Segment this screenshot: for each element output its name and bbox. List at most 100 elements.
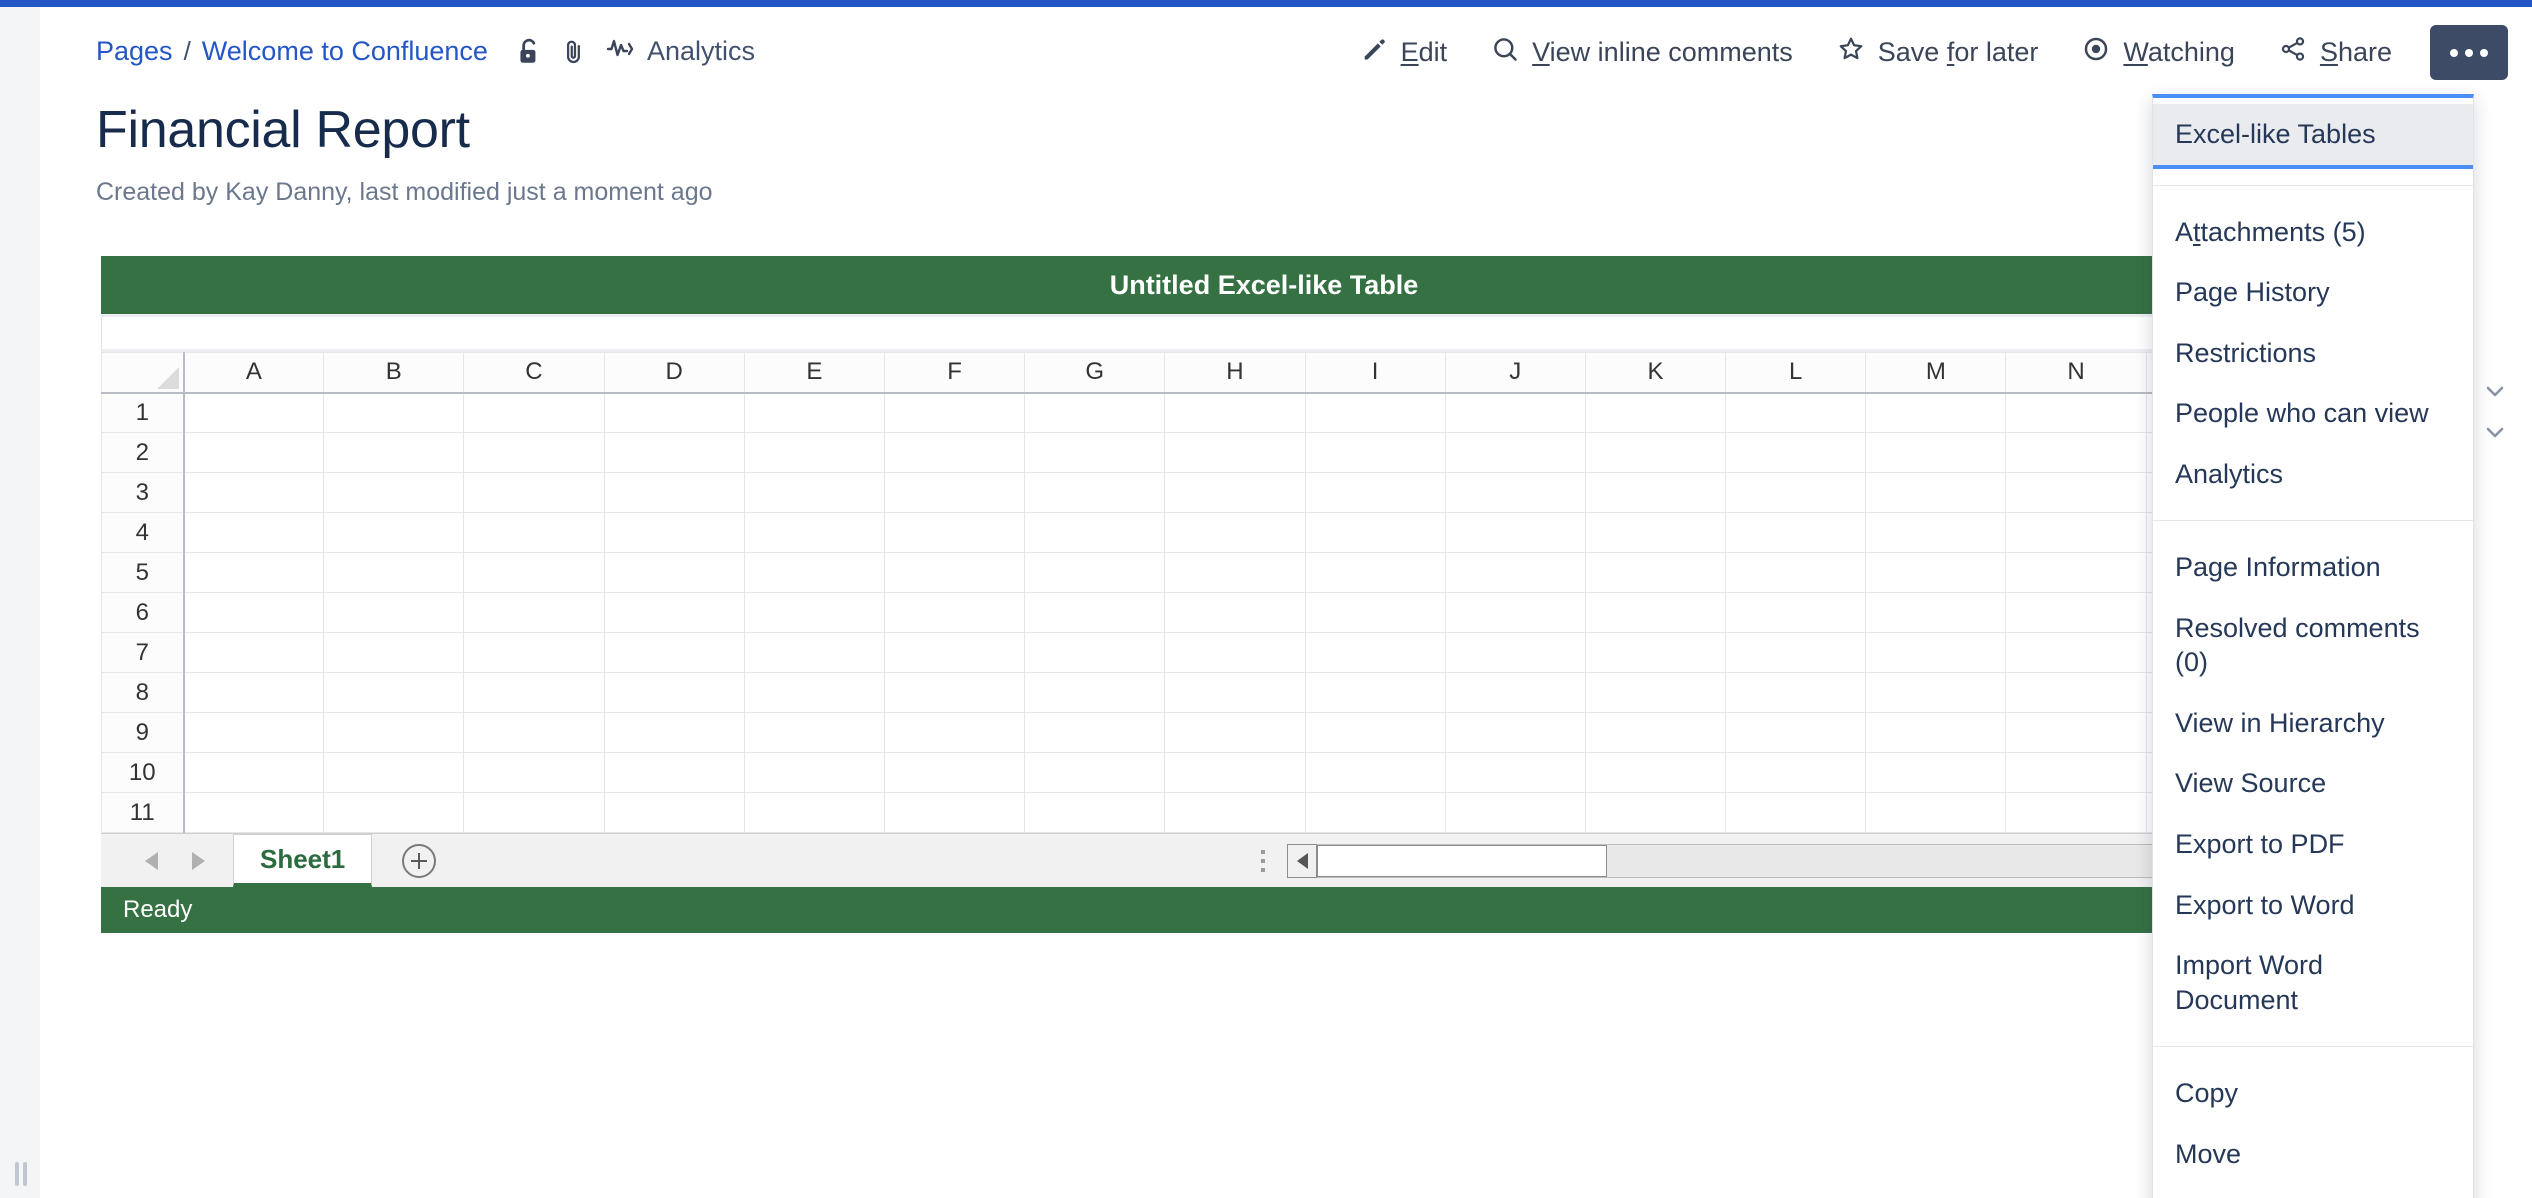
cell-B5[interactable]	[324, 553, 464, 593]
chevron-down-icon[interactable]	[2484, 421, 2506, 443]
cell-L4[interactable]	[1726, 513, 1866, 553]
cell-C3[interactable]	[464, 473, 604, 513]
cell-M2[interactable]	[1866, 433, 2006, 473]
cell-C8[interactable]	[464, 673, 604, 713]
cell-F7[interactable]	[884, 633, 1024, 673]
cell-D1[interactable]	[604, 393, 744, 433]
sheet-tab-sheet1[interactable]: Sheet1	[233, 834, 372, 887]
cell-F6[interactable]	[884, 593, 1024, 633]
menu-item-import-word-document[interactable]: Import Word Document	[2153, 935, 2473, 1030]
cell-B10[interactable]	[324, 753, 464, 793]
cell-H3[interactable]	[1165, 473, 1305, 513]
watching-button[interactable]: Watching	[2060, 27, 2257, 78]
cell-A10[interactable]	[184, 753, 324, 793]
cell-C5[interactable]	[464, 553, 604, 593]
cell-D9[interactable]	[604, 713, 744, 753]
cell-E8[interactable]	[744, 673, 884, 713]
cell-E6[interactable]	[744, 593, 884, 633]
cell-D11[interactable]	[604, 793, 744, 833]
breadcrumb-item-pages[interactable]: Pages	[96, 36, 173, 67]
horizontal-scrollbar-thumb[interactable]	[1317, 845, 1607, 877]
cell-A2[interactable]	[184, 433, 324, 473]
column-header-d[interactable]: D	[604, 353, 744, 393]
cell-H5[interactable]	[1165, 553, 1305, 593]
cell-I3[interactable]	[1305, 473, 1445, 513]
cell-A6[interactable]	[184, 593, 324, 633]
cell-D10[interactable]	[604, 753, 744, 793]
menu-item-export-to-word[interactable]: Export to Word	[2153, 875, 2473, 936]
cell-G9[interactable]	[1025, 713, 1165, 753]
cell-A4[interactable]	[184, 513, 324, 553]
cell-B1[interactable]	[324, 393, 464, 433]
cell-G1[interactable]	[1025, 393, 1165, 433]
cell-E7[interactable]	[744, 633, 884, 673]
cell-H4[interactable]	[1165, 513, 1305, 553]
cell-F9[interactable]	[884, 713, 1024, 753]
cell-N11[interactable]	[2006, 793, 2146, 833]
cell-C6[interactable]	[464, 593, 604, 633]
cell-E11[interactable]	[744, 793, 884, 833]
cell-J11[interactable]	[1445, 793, 1585, 833]
cell-J9[interactable]	[1445, 713, 1585, 753]
menu-item-view-source[interactable]: View Source	[2153, 753, 2473, 814]
row-header-6[interactable]: 6	[102, 593, 184, 633]
cell-N9[interactable]	[2006, 713, 2146, 753]
cell-K5[interactable]	[1585, 553, 1725, 593]
cell-I5[interactable]	[1305, 553, 1445, 593]
cell-A11[interactable]	[184, 793, 324, 833]
cell-B9[interactable]	[324, 713, 464, 753]
cell-L3[interactable]	[1726, 473, 1866, 513]
cell-H10[interactable]	[1165, 753, 1305, 793]
cell-E4[interactable]	[744, 513, 884, 553]
cell-E9[interactable]	[744, 713, 884, 753]
cell-A7[interactable]	[184, 633, 324, 673]
row-header-2[interactable]: 2	[102, 433, 184, 473]
cell-C1[interactable]	[464, 393, 604, 433]
menu-item-view-in-hierarchy[interactable]: View in Hierarchy	[2153, 693, 2473, 754]
cell-B7[interactable]	[324, 633, 464, 673]
cell-G10[interactable]	[1025, 753, 1165, 793]
cell-J3[interactable]	[1445, 473, 1585, 513]
cell-A8[interactable]	[184, 673, 324, 713]
cell-N10[interactable]	[2006, 753, 2146, 793]
cell-M3[interactable]	[1866, 473, 2006, 513]
row-header-5[interactable]: 5	[102, 553, 184, 593]
cell-H6[interactable]	[1165, 593, 1305, 633]
cell-N2[interactable]	[2006, 433, 2146, 473]
cell-G3[interactable]	[1025, 473, 1165, 513]
formula-bar[interactable]	[101, 314, 2427, 352]
cell-D3[interactable]	[604, 473, 744, 513]
row-header-1[interactable]: 1	[102, 393, 184, 433]
cell-I7[interactable]	[1305, 633, 1445, 673]
cell-F10[interactable]	[884, 753, 1024, 793]
cell-H7[interactable]	[1165, 633, 1305, 673]
cell-M11[interactable]	[1866, 793, 2006, 833]
cell-L8[interactable]	[1726, 673, 1866, 713]
row-header-8[interactable]: 8	[102, 673, 184, 713]
cell-D2[interactable]	[604, 433, 744, 473]
column-header-j[interactable]: J	[1445, 353, 1585, 393]
cell-A9[interactable]	[184, 713, 324, 753]
cell-J1[interactable]	[1445, 393, 1585, 433]
cell-I1[interactable]	[1305, 393, 1445, 433]
cell-I10[interactable]	[1305, 753, 1445, 793]
cell-J8[interactable]	[1445, 673, 1585, 713]
cell-K1[interactable]	[1585, 393, 1725, 433]
cell-N6[interactable]	[2006, 593, 2146, 633]
cell-M10[interactable]	[1866, 753, 2006, 793]
menu-item-restrictions[interactable]: Restrictions	[2153, 323, 2473, 384]
cell-L2[interactable]	[1726, 433, 1866, 473]
menu-item-analytics[interactable]: Analytics	[2153, 444, 2473, 505]
column-header-b[interactable]: B	[324, 353, 464, 393]
cell-J2[interactable]	[1445, 433, 1585, 473]
cell-J10[interactable]	[1445, 753, 1585, 793]
cell-C7[interactable]	[464, 633, 604, 673]
cell-K2[interactable]	[1585, 433, 1725, 473]
cell-B11[interactable]	[324, 793, 464, 833]
menu-item-people-who-can-view[interactable]: People who can view	[2153, 383, 2473, 444]
column-header-l[interactable]: L	[1726, 353, 1866, 393]
scroll-left-button[interactable]	[1287, 844, 1317, 878]
cell-M7[interactable]	[1866, 633, 2006, 673]
cell-G8[interactable]	[1025, 673, 1165, 713]
cell-E10[interactable]	[744, 753, 884, 793]
